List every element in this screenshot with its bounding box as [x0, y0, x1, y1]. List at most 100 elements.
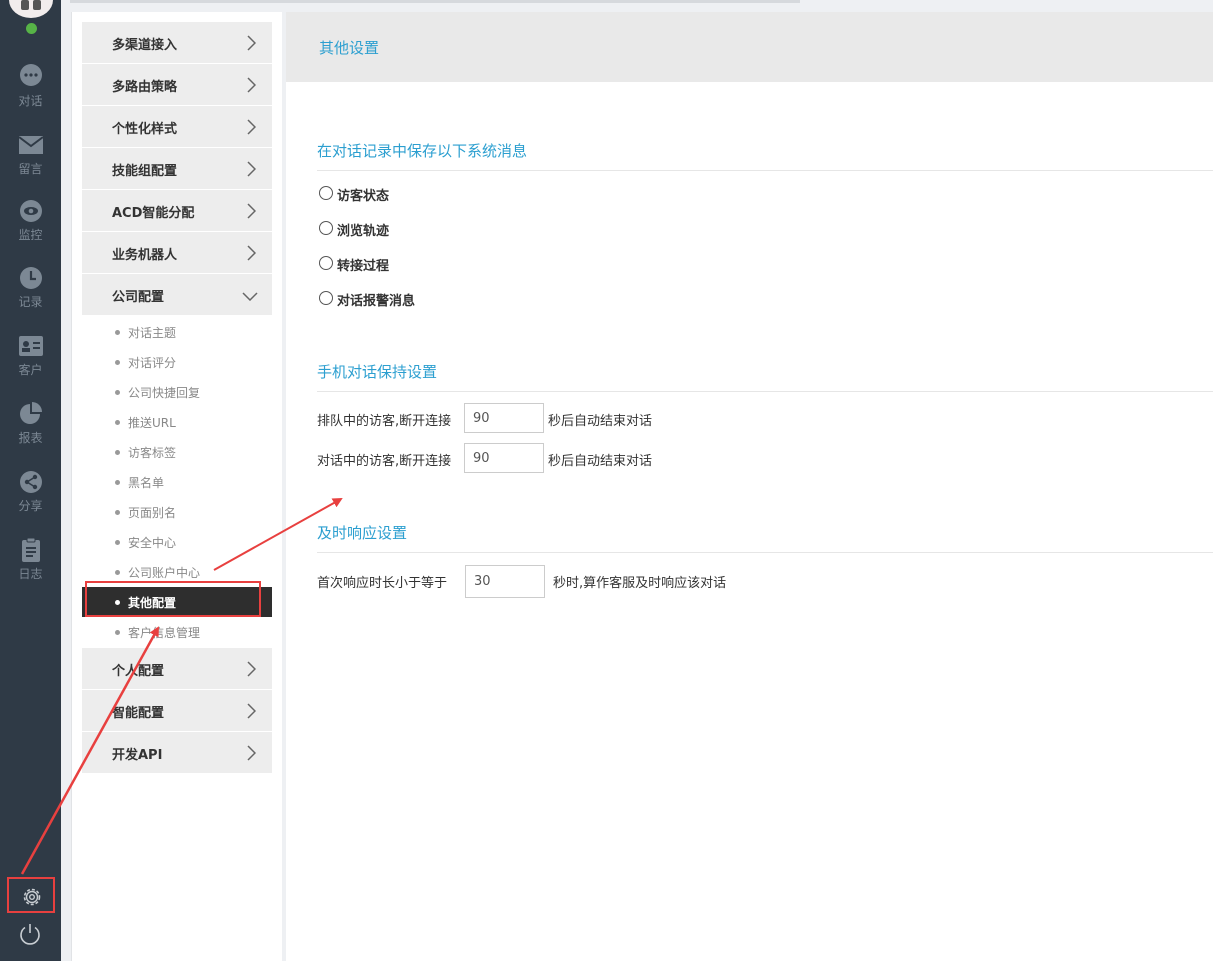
rail-item-label: 对话: [18, 94, 43, 108]
divider: [317, 170, 1213, 171]
menu-group-label: 个性化样式: [112, 122, 178, 137]
field-suffix: 秒后自动结束对话: [548, 454, 653, 469]
avatar[interactable]: [9, 0, 53, 18]
chevron-right-icon: [247, 203, 256, 219]
section-title-timely-response: 及时响应设置: [317, 524, 408, 542]
rail-item-label: 日志: [18, 567, 43, 581]
radio-circle[interactable]: [319, 221, 333, 235]
menu-group-personal[interactable]: 个人配置: [82, 648, 272, 690]
chevron-right-icon: [247, 745, 256, 761]
rail-item-reports[interactable]: 报表: [0, 402, 61, 462]
menu-group-label: 个人配置: [112, 664, 165, 679]
settings-menu-panel: 多渠道接入 多路由策略 个性化样式 技能组配置 ACD智能分配 业务机器人 公司…: [71, 12, 282, 961]
clipboard-icon: [21, 538, 40, 562]
chevron-right-icon: [247, 161, 256, 177]
rail-item-label: 记录: [18, 295, 43, 309]
queue-timeout-input[interactable]: [464, 403, 544, 433]
contact-card-icon: [18, 336, 43, 356]
clock-icon: [19, 267, 42, 289]
settings-button[interactable]: [7, 877, 55, 913]
gear-icon: [23, 888, 41, 906]
field-row-chat-timeout: 对话中的访客,断开连接 秒后自动结束对话: [317, 443, 1017, 475]
sub-item-account-center[interactable]: 公司账户中心: [82, 557, 272, 587]
rail-item-logs[interactable]: 日志: [0, 538, 61, 598]
rail-item-message[interactable]: 留言: [0, 133, 61, 193]
chat-bubble-icon: [19, 64, 42, 86]
section-title-system-messages: 在对话记录中保存以下系统消息: [317, 142, 528, 160]
chevron-right-icon: [247, 661, 256, 677]
field-suffix: 秒时,算作客服及时响应该对话: [553, 576, 727, 591]
sub-item-label: 其他配置: [128, 596, 177, 610]
chevron-right-icon: [247, 77, 256, 93]
sub-item-label: 公司快捷回复: [128, 386, 201, 400]
sub-item-page-alias[interactable]: 页面别名: [82, 497, 272, 527]
online-status-icon: [25, 22, 38, 35]
sub-item-push-url[interactable]: 推送URL: [82, 407, 272, 437]
share-icon: [19, 471, 42, 493]
chevron-right-icon: [247, 119, 256, 135]
rail-item-label: 报表: [18, 431, 43, 445]
chevron-right-icon: [247, 35, 256, 51]
menu-group-smart[interactable]: 智能配置: [82, 690, 272, 732]
rail-item-label: 分享: [18, 499, 43, 513]
rail-item-label: 留言: [18, 162, 43, 176]
menu-group-label: 开发API: [112, 748, 163, 763]
menu-group-label: 多渠道接入: [112, 38, 178, 53]
sub-item-chat-rating[interactable]: 对话评分: [82, 347, 272, 377]
field-suffix: 秒后自动结束对话: [548, 414, 653, 429]
radio-label: 对话报警消息: [337, 294, 416, 309]
rail-item-monitor[interactable]: 监控: [0, 199, 61, 259]
sub-item-visitor-tags[interactable]: 访客标签: [82, 437, 272, 467]
sub-item-quick-replies[interactable]: 公司快捷回复: [82, 377, 272, 407]
radio-circle[interactable]: [319, 256, 333, 270]
menu-group-acd[interactable]: ACD智能分配: [82, 190, 272, 232]
section-title-mobile-keepalive: 手机对话保持设置: [317, 363, 438, 381]
menu-group-routing[interactable]: 多路由策略: [82, 64, 272, 106]
divider: [317, 552, 1213, 553]
sub-item-security-center[interactable]: 安全中心: [82, 527, 272, 557]
field-label: 对话中的访客,断开连接: [317, 454, 452, 469]
menu-group-label: 公司配置: [112, 290, 165, 305]
field-label: 排队中的访客,断开连接: [317, 414, 452, 429]
field-row-first-response: 首次响应时长小于等于 秒时,算作客服及时响应该对话: [317, 565, 1017, 598]
sub-item-label: 黑名单: [128, 476, 165, 490]
page-title: 其他设置: [319, 39, 380, 57]
rail-item-customers[interactable]: 客户: [0, 334, 61, 394]
sub-item-chat-topics[interactable]: 对话主题: [82, 317, 272, 347]
sub-item-other-config[interactable]: 其他配置: [82, 587, 272, 617]
sub-item-label: 页面别名: [128, 506, 177, 520]
sub-item-label: 客户信息管理: [128, 626, 201, 640]
radio-label: 转接过程: [337, 259, 390, 274]
divider: [317, 391, 1213, 392]
radio-circle[interactable]: [319, 291, 333, 305]
menu-group-skill-groups[interactable]: 技能组配置: [82, 148, 272, 190]
radio-circle[interactable]: [319, 186, 333, 200]
field-row-queue-timeout: 排队中的访客,断开连接 秒后自动结束对话: [317, 403, 1017, 435]
mail-icon: [17, 136, 44, 154]
rail-item-records[interactable]: 记录: [0, 266, 61, 326]
menu-group-multichannel[interactable]: 多渠道接入: [82, 22, 272, 64]
power-icon[interactable]: [18, 922, 42, 946]
sub-item-customer-info[interactable]: 客户信息管理: [82, 617, 272, 647]
sub-item-blacklist[interactable]: 黑名单: [82, 467, 272, 497]
chat-timeout-input[interactable]: [464, 443, 544, 473]
first-response-input[interactable]: [465, 565, 545, 598]
chevron-right-icon: [247, 245, 256, 261]
rail-item-chat[interactable]: 对话: [0, 63, 61, 123]
chevron-right-icon: [247, 703, 256, 719]
menu-group-company-config[interactable]: 公司配置: [82, 274, 272, 316]
sub-item-label: 推送URL: [128, 416, 176, 430]
menu-group-label: 多路由策略: [112, 80, 178, 95]
sub-item-label: 访客标签: [128, 446, 177, 460]
sub-item-label: 对话评分: [128, 356, 177, 370]
menu-group-bots[interactable]: 业务机器人: [82, 232, 272, 274]
menu-group-label: 智能配置: [112, 706, 165, 721]
main-content: 其他设置 在对话记录中保存以下系统消息 访客状态 浏览轨迹 转接过程 对话报警消…: [286, 12, 1213, 961]
sub-item-label: 对话主题: [128, 326, 177, 340]
sub-item-label: 安全中心: [128, 536, 177, 550]
menu-group-api[interactable]: 开发API: [82, 732, 272, 774]
radio-label: 访客状态: [337, 189, 390, 204]
rail-item-share[interactable]: 分享: [0, 470, 61, 530]
menu-group-style[interactable]: 个性化样式: [82, 106, 272, 148]
field-label: 首次响应时长小于等于: [317, 576, 448, 591]
